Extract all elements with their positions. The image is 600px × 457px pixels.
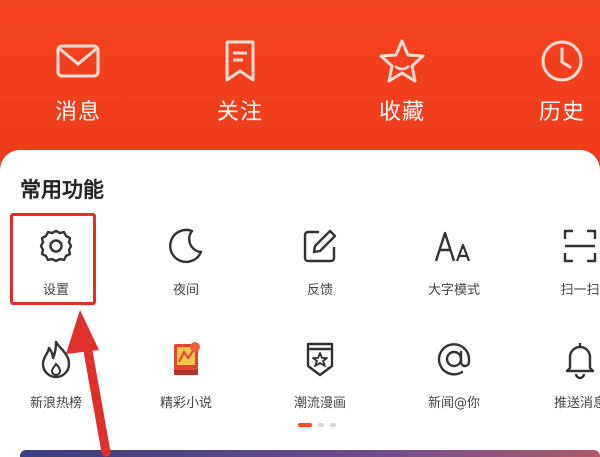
nav-label: 关注 bbox=[216, 100, 263, 125]
feedback-button[interactable]: 反馈 bbox=[270, 225, 370, 315]
nav-item-messages[interactable]: 消息 bbox=[38, 36, 118, 126]
moon-icon bbox=[169, 228, 203, 264]
flame-icon bbox=[41, 340, 71, 379]
section-title: 常用功能 bbox=[20, 178, 104, 202]
item-label: 反馈 bbox=[306, 283, 333, 298]
scan-button[interactable]: 扫一扫 bbox=[530, 225, 600, 315]
clock-icon bbox=[541, 40, 583, 82]
news-at-you-button[interactable]: 新闻@你 bbox=[404, 338, 504, 428]
nav-item-favorites[interactable]: 收藏 bbox=[362, 36, 442, 126]
night-mode-button[interactable]: 夜间 bbox=[136, 225, 236, 315]
bottom-banner-strip bbox=[20, 450, 600, 457]
comics-button[interactable]: 潮流漫画 bbox=[270, 338, 370, 428]
nav-item-follow[interactable]: 关注 bbox=[200, 36, 280, 126]
common-functions-panel: 常用功能 设置 夜间 反馈 大字模式 扫一扫 新浪热榜 精彩小说 潮流漫画 新闻… bbox=[0, 150, 600, 457]
novel-button[interactable]: 精彩小说 bbox=[136, 338, 236, 428]
page-indicator bbox=[298, 423, 336, 427]
nav-label: 历史 bbox=[538, 100, 585, 125]
nav-label: 消息 bbox=[54, 100, 101, 125]
nav-label: 收藏 bbox=[378, 100, 425, 125]
item-label: 精彩小说 bbox=[159, 396, 212, 411]
item-label: 潮流漫画 bbox=[293, 396, 346, 411]
page-dot[interactable] bbox=[330, 423, 336, 427]
settings-highlight-box bbox=[10, 213, 96, 305]
star-icon bbox=[379, 39, 425, 83]
at-icon bbox=[437, 343, 471, 376]
sina-hot-list-button[interactable]: 新浪热榜 bbox=[6, 338, 106, 428]
bookmark-icon bbox=[225, 40, 255, 82]
item-label: 新浪热榜 bbox=[29, 396, 82, 411]
top-nav-bar: 消息 关注 收藏 历史 bbox=[0, 0, 600, 160]
page-dot[interactable] bbox=[318, 423, 324, 427]
font-size-icon bbox=[434, 231, 471, 262]
page-dot-active[interactable] bbox=[298, 423, 312, 427]
bell-icon bbox=[565, 343, 595, 380]
nav-item-history[interactable]: 历史 bbox=[522, 36, 600, 126]
item-label: 新闻@你 bbox=[427, 396, 480, 411]
mail-icon bbox=[56, 44, 100, 78]
novel-icon bbox=[174, 342, 200, 375]
badge-icon bbox=[306, 342, 334, 377]
scan-icon bbox=[563, 229, 597, 263]
push-messages-button[interactable]: 推送消息 bbox=[530, 338, 600, 428]
large-font-mode-button[interactable]: 大字模式 bbox=[404, 225, 504, 315]
edit-icon bbox=[303, 229, 337, 263]
item-label: 扫一扫 bbox=[560, 283, 600, 298]
item-label: 夜间 bbox=[172, 283, 199, 298]
item-label: 大字模式 bbox=[427, 283, 480, 298]
item-label: 推送消息 bbox=[553, 396, 600, 411]
